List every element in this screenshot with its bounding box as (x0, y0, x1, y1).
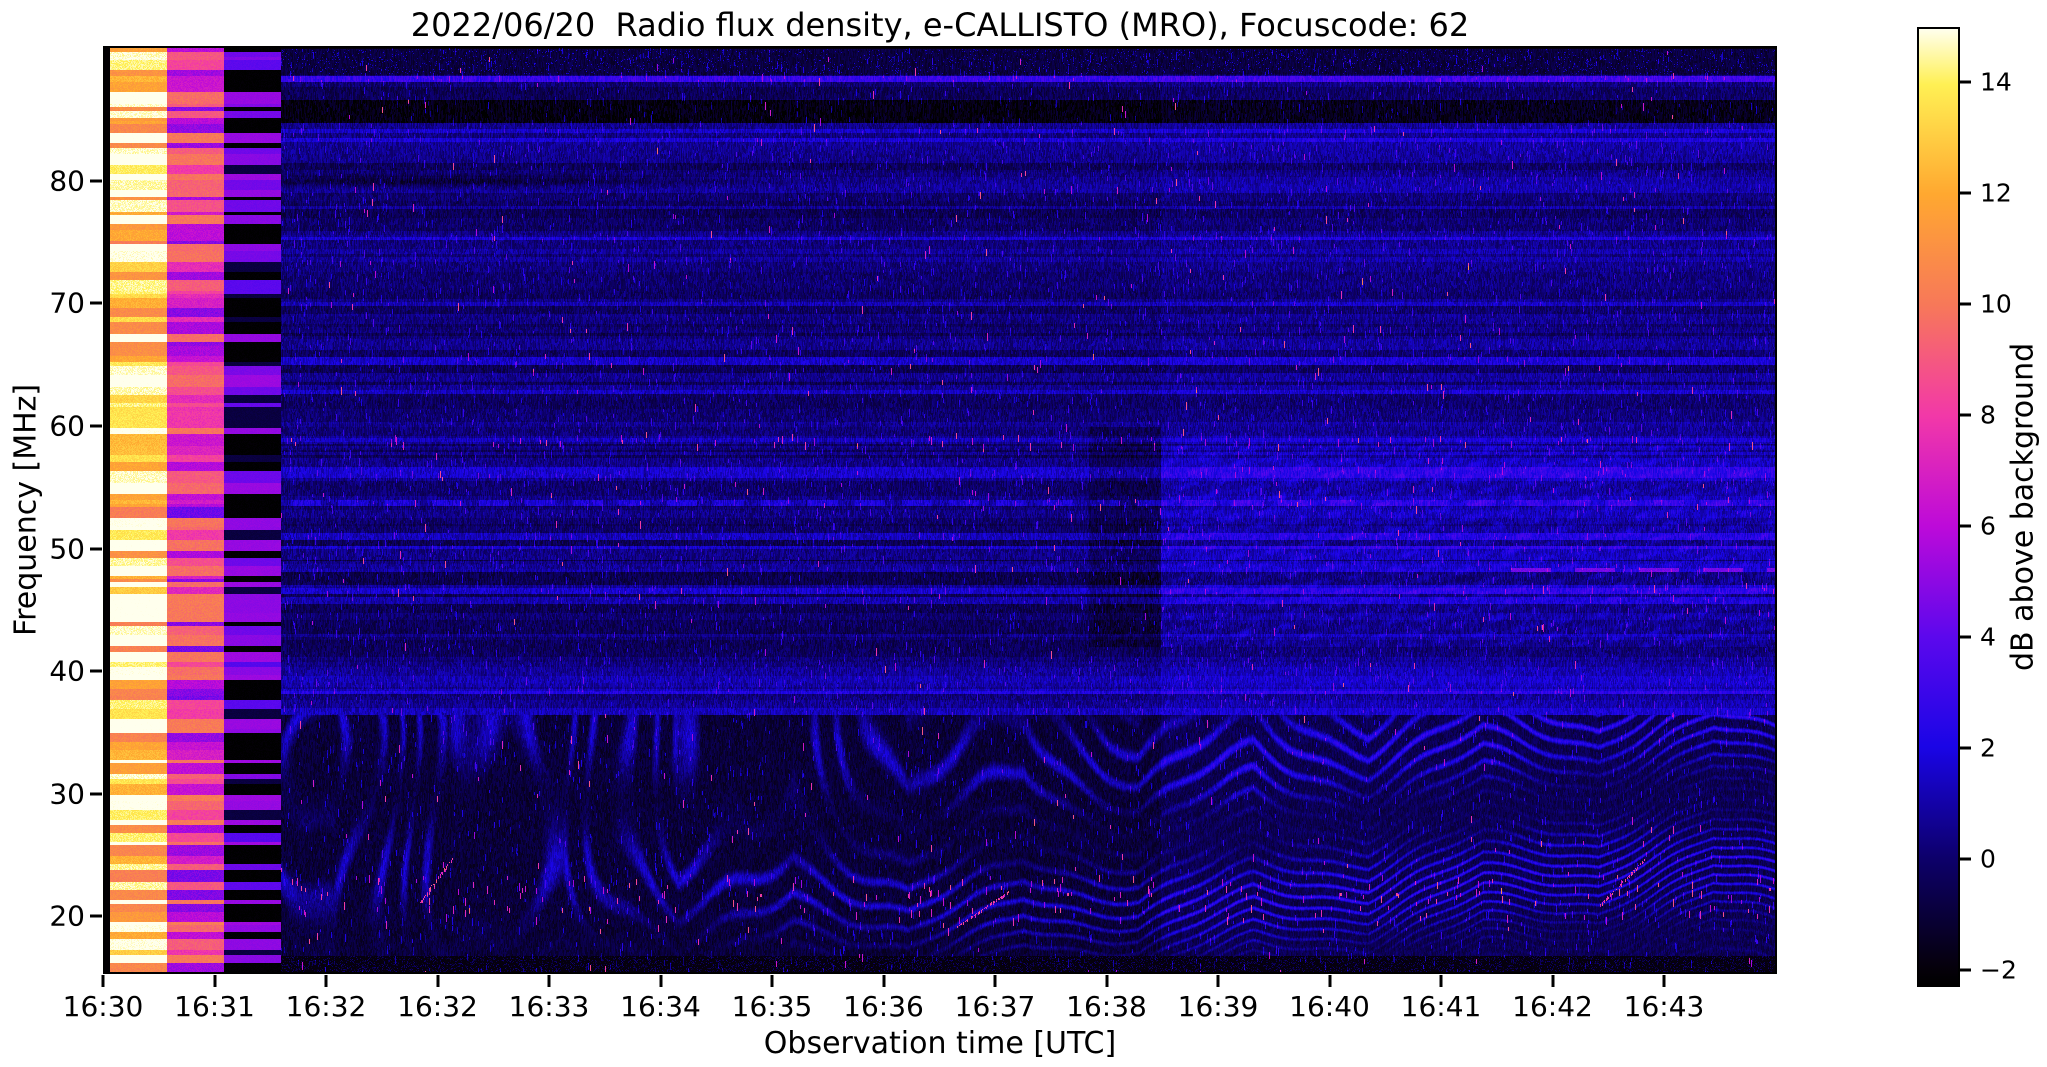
y-axis-label: Frequency [MHz] (8, 383, 44, 637)
colorbar-tick-mark (1960, 302, 1971, 306)
x-tick-label: 16:39 (1177, 990, 1259, 1023)
x-tick-label: 16:32 (285, 990, 367, 1023)
x-tick-mark (436, 975, 439, 987)
x-tick-label: 16:31 (174, 990, 255, 1023)
x-tick-mark (770, 975, 774, 987)
x-tick-label: 16:30 (62, 990, 144, 1023)
spectrogram-canvas (103, 46, 1777, 974)
y-tick-label: 20 (49, 899, 85, 933)
x-tick-mark (324, 975, 328, 987)
x-tick-label: 16:38 (1066, 990, 1147, 1023)
x-tick-mark (1216, 975, 1220, 987)
x-tick-mark (547, 975, 551, 987)
x-tick-label: 16:37 (954, 990, 1036, 1023)
colorbar-tick-mark (1960, 635, 1971, 639)
colorbar-tick-mark (1960, 413, 1971, 417)
x-tick-label: 16:34 (620, 990, 701, 1023)
x-tick-mark (1328, 975, 1331, 987)
y-tick-mark (90, 179, 102, 183)
x-tick-label: 16:43 (1623, 990, 1705, 1023)
y-tick-label: 30 (49, 777, 85, 811)
spectrogram-figure: 2022/06/20 Radio flux density, e-CALLIST… (0, 0, 2047, 1067)
y-tick-mark (90, 547, 102, 551)
colorbar-tick-label: 0 (1980, 844, 1996, 874)
colorbar-tick-label: 8 (1980, 400, 1996, 430)
x-tick-label: 16:36 (843, 990, 924, 1023)
x-tick-mark (101, 975, 105, 987)
colorbar-tick-label: 6 (1980, 511, 1996, 541)
y-tick-label: 80 (49, 164, 85, 198)
colorbar-tick-label: 4 (1980, 622, 1996, 652)
colorbar-tick-mark (1960, 968, 1971, 972)
y-tick-mark (90, 914, 102, 918)
x-tick-label: 16:40 (1289, 990, 1370, 1023)
x-tick-mark (1662, 975, 1666, 987)
colorbar-tick-mark (1960, 80, 1971, 84)
chart-title: 2022/06/20 Radio flux density, e-CALLIST… (410, 6, 1470, 44)
y-tick-mark (90, 301, 102, 305)
x-tick-label: 16:35 (731, 990, 813, 1023)
x-tick-label: 16:33 (508, 990, 590, 1023)
y-tick-label: 70 (49, 286, 85, 320)
x-tick-mark (213, 975, 216, 987)
y-tick-label: 60 (49, 409, 85, 443)
colorbar-tick-mark (1960, 191, 1971, 195)
colorbar-label: dB above background (2005, 342, 2041, 672)
colorbar-tick-mark (1960, 746, 1971, 750)
colorbar-tick-mark (1960, 524, 1971, 528)
y-tick-mark (90, 792, 102, 796)
colorbar-tick-label: 2 (1980, 733, 1996, 763)
x-tick-mark (993, 975, 997, 987)
colorbar-tick-mark (1960, 857, 1971, 861)
y-tick-mark (90, 669, 102, 673)
x-tick-mark (659, 975, 662, 987)
y-tick-label: 40 (49, 654, 85, 688)
x-tick-mark (1439, 975, 1443, 987)
x-tick-mark (882, 975, 885, 987)
y-tick-mark (90, 424, 102, 428)
x-axis-label: Observation time [UTC] (763, 1026, 1117, 1061)
colorbar (1917, 27, 1960, 987)
x-tick-mark (1551, 975, 1554, 987)
x-tick-label: 16:32 (397, 990, 478, 1023)
y-tick-label: 50 (49, 532, 85, 566)
x-tick-mark (1105, 975, 1108, 987)
x-tick-label: 16:41 (1400, 990, 1482, 1023)
x-tick-label: 16:42 (1512, 990, 1593, 1023)
